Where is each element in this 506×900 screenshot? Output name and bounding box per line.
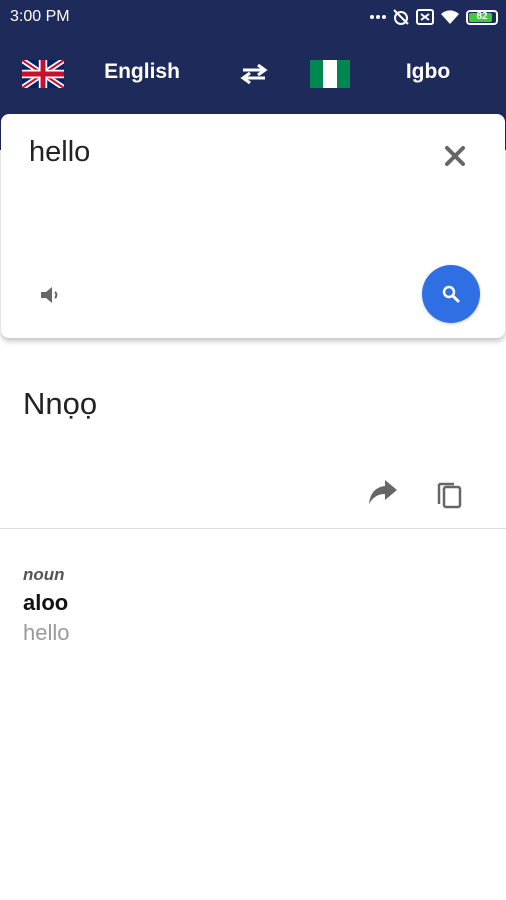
dictionary-word: aloo xyxy=(23,590,69,615)
status-icons: 82 xyxy=(370,8,498,26)
nigeria-flag-icon[interactable] xyxy=(310,60,350,88)
swap-languages-button[interactable] xyxy=(238,60,270,88)
input-text[interactable]: hello xyxy=(29,136,90,169)
part-of-speech: noun xyxy=(23,565,65,584)
close-icon[interactable] xyxy=(443,144,467,168)
status-time: 3:00 PM xyxy=(10,8,70,25)
input-card: hello xyxy=(1,114,505,338)
sim-icon xyxy=(416,9,434,25)
speaker-icon[interactable] xyxy=(39,284,61,306)
search-button[interactable] xyxy=(422,265,480,323)
dots-icon xyxy=(370,14,386,20)
battery-icon: 82 xyxy=(466,9,498,25)
uk-flag-icon[interactable] xyxy=(20,57,66,91)
battery-level: 82 xyxy=(476,10,488,22)
translation-output: Nnọọ xyxy=(23,386,98,421)
search-icon xyxy=(442,285,460,303)
status-bar: 3:00 PM 82 xyxy=(0,0,506,36)
wifi-icon xyxy=(440,9,460,25)
source-language[interactable]: English xyxy=(90,60,194,84)
copy-icon[interactable] xyxy=(436,478,464,510)
dictionary-translation: hello xyxy=(23,620,70,645)
divider xyxy=(0,528,506,529)
language-bar: English Igbo xyxy=(0,46,506,102)
share-icon[interactable] xyxy=(367,478,399,508)
swap-arrows-icon xyxy=(240,63,268,85)
alarm-off-icon xyxy=(392,8,410,26)
target-language[interactable]: Igbo xyxy=(378,60,478,84)
